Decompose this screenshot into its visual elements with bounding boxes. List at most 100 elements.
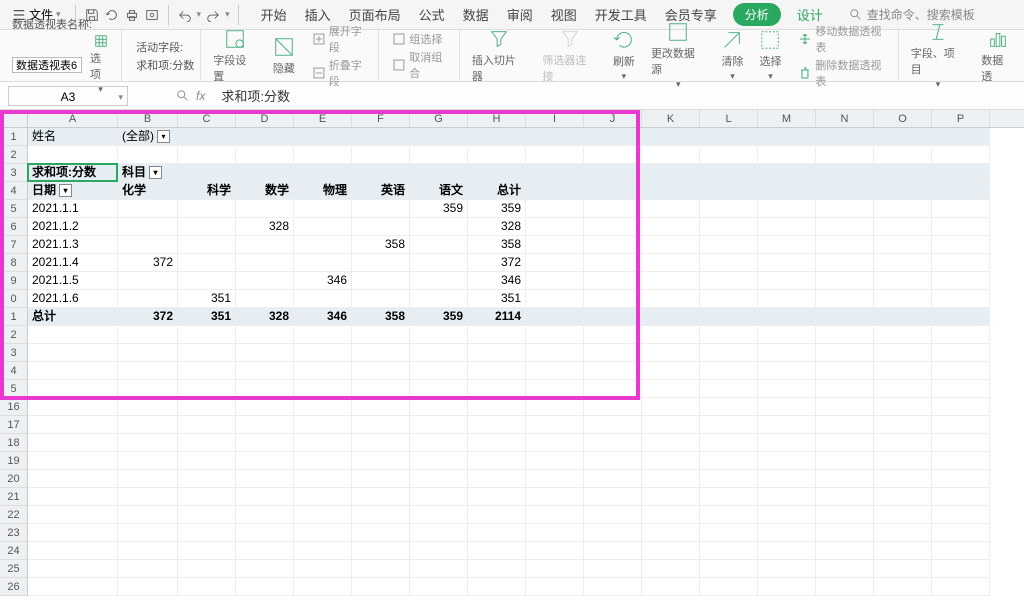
col-header[interactable]: M (758, 110, 816, 127)
hide-button[interactable]: 隐藏 (269, 36, 299, 76)
col-header[interactable]: I (526, 110, 584, 127)
col-header[interactable]: D (236, 110, 294, 127)
tab-data[interactable]: 数据 (461, 1, 491, 28)
redo-drop[interactable]: ▾ (225, 9, 230, 20)
value-field-cell[interactable]: 求和项:分数 (28, 164, 118, 182)
filter-dropdown-icon[interactable]: ▾ (157, 130, 170, 143)
col-header[interactable]: F (352, 110, 410, 127)
value-cell[interactable] (294, 236, 352, 254)
row-header[interactable]: 5 (0, 200, 27, 218)
value-cell[interactable] (118, 236, 178, 254)
value-cell[interactable] (118, 290, 178, 308)
cells[interactable]: 姓名 (全部)▾ 求和项:分数 科目▾ 日期▾ 化学 科学 数学 物理 英语 语… (28, 128, 1024, 615)
row-header[interactable]: 9 (0, 272, 27, 290)
value-cell[interactable] (352, 272, 410, 290)
col-header[interactable]: A (28, 110, 118, 127)
value-cell[interactable] (410, 290, 468, 308)
clear-button[interactable]: 清除▾ (717, 29, 747, 82)
collapse-field[interactable]: 折叠字段 (313, 57, 373, 89)
row-header[interactable]: 22 (0, 506, 27, 524)
row-header[interactable]: 1 (0, 308, 27, 326)
del-pivot[interactable]: 删除数据透视表 (799, 57, 891, 89)
col-header[interactable]: L (700, 110, 758, 127)
row-header[interactable]: 0 (0, 290, 27, 308)
row-header[interactable]: 3 (0, 164, 27, 182)
value-cell[interactable]: 359 (468, 200, 526, 218)
value-cell[interactable]: 358 (468, 236, 526, 254)
fields-items-button[interactable]: 字段、项目▾ (907, 21, 970, 90)
value-cell[interactable] (236, 254, 294, 272)
value-cell[interactable]: 328 (236, 218, 294, 236)
value-cell[interactable] (236, 290, 294, 308)
row-header[interactable]: 18 (0, 434, 27, 452)
pivot-name-input[interactable] (12, 57, 82, 73)
tab-view[interactable]: 视图 (549, 1, 579, 28)
row-header[interactable]: 16 (0, 398, 27, 416)
date-cell[interactable]: 2021.1.2 (28, 218, 118, 236)
row-header[interactable]: 5 (0, 380, 27, 398)
row-header[interactable]: 2 (0, 146, 27, 164)
overwrite-icon[interactable] (104, 7, 120, 23)
value-cell[interactable] (236, 236, 294, 254)
slicer-button[interactable]: 插入切片器 (468, 28, 531, 84)
value-cell[interactable] (118, 218, 178, 236)
date-cell[interactable]: 2021.1.4 (28, 254, 118, 272)
value-cell[interactable]: 372 (118, 254, 178, 272)
tab-review[interactable]: 审阅 (505, 1, 535, 28)
col-header[interactable]: J (584, 110, 642, 127)
row-field-cell[interactable]: 日期▾ (28, 182, 118, 200)
value-cell[interactable] (178, 200, 236, 218)
col-header[interactable]: P (932, 110, 990, 127)
value-cell[interactable] (236, 200, 294, 218)
move-pivot[interactable]: 移动数据透视表 (799, 23, 891, 55)
value-cell[interactable] (410, 254, 468, 272)
row-header[interactable]: 19 (0, 452, 27, 470)
value-cell[interactable] (294, 218, 352, 236)
row-header[interactable]: 4 (0, 362, 27, 380)
row-header[interactable]: 23 (0, 524, 27, 542)
tab-formula[interactable]: 公式 (417, 1, 447, 28)
value-cell[interactable]: 351 (178, 290, 236, 308)
value-cell[interactable] (410, 272, 468, 290)
col-header[interactable]: H (468, 110, 526, 127)
preview-icon[interactable] (144, 7, 160, 23)
value-cell[interactable] (410, 236, 468, 254)
value-cell[interactable] (352, 254, 410, 272)
expand-field[interactable]: 展开字段 (313, 23, 373, 55)
pivot-chart-button[interactable]: 数据透 (977, 28, 1018, 84)
value-cell[interactable]: 359 (410, 200, 468, 218)
value-cell[interactable]: 351 (468, 290, 526, 308)
row-filter-icon[interactable]: ▾ (59, 184, 72, 197)
select-button[interactable]: 选择▾ (755, 29, 785, 82)
row-header[interactable]: 3 (0, 344, 27, 362)
value-cell[interactable] (178, 254, 236, 272)
tab-dev[interactable]: 开发工具 (593, 1, 649, 28)
row-header[interactable]: 24 (0, 542, 27, 560)
date-cell[interactable]: 2021.1.3 (28, 236, 118, 254)
value-cell[interactable] (118, 272, 178, 290)
date-cell[interactable]: 2021.1.5 (28, 272, 118, 290)
undo-icon[interactable] (177, 7, 193, 23)
group-select[interactable]: 组选择 (393, 31, 442, 47)
value-cell[interactable] (352, 218, 410, 236)
filter-link-button[interactable]: 筛选器连接 (538, 28, 601, 84)
date-cell[interactable]: 2021.1.6 (28, 290, 118, 308)
col-header[interactable]: K (642, 110, 700, 127)
name-box[interactable]: A3 (8, 86, 128, 106)
refresh-button[interactable]: 刷新▾ (609, 29, 639, 82)
value-cell[interactable] (178, 218, 236, 236)
col-header[interactable]: C (178, 110, 236, 127)
row-header[interactable]: 6 (0, 218, 27, 236)
value-cell[interactable] (236, 272, 294, 290)
col-header[interactable]: O (874, 110, 932, 127)
row-header[interactable]: 2 (0, 326, 27, 344)
value-cell[interactable] (410, 218, 468, 236)
value-cell[interactable] (294, 254, 352, 272)
value-cell[interactable] (294, 200, 352, 218)
redo-icon[interactable] (205, 7, 221, 23)
col-header[interactable]: E (294, 110, 352, 127)
row-header[interactable]: 7 (0, 236, 27, 254)
value-cell[interactable]: 346 (468, 272, 526, 290)
row-header[interactable]: 26 (0, 578, 27, 596)
value-cell[interactable] (294, 290, 352, 308)
